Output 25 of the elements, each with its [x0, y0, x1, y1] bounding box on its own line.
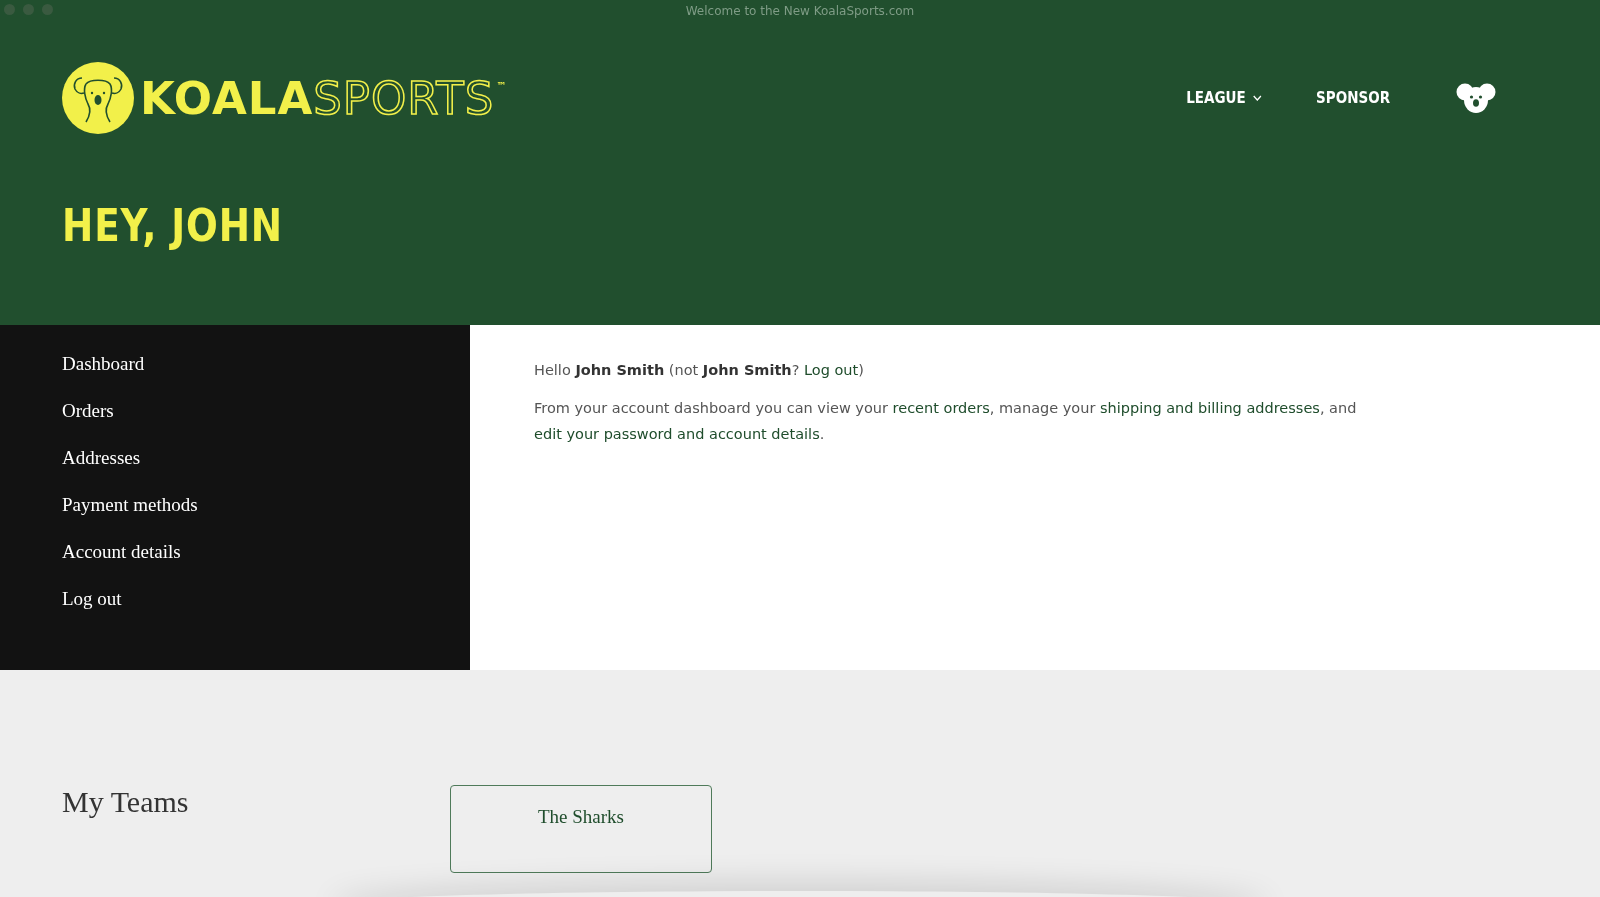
window-minimize-button[interactable]: [23, 4, 34, 15]
text-link[interactable]: edit your password and account details: [534, 426, 820, 442]
sidebar-item[interactable]: Addresses: [62, 445, 141, 471]
nav-link[interactable]: SPONSOR: [1315, 89, 1390, 107]
section-heading: My Teams: [62, 785, 190, 819]
window-title: Welcome to the New KoalaSports.com: [685, 4, 915, 18]
text-link[interactable]: recent orders: [892, 400, 990, 416]
league-menu[interactable]: LEAGUE: [1185, 89, 1262, 107]
text-link[interactable]: shipping and billing addresses: [1100, 400, 1320, 416]
team-card[interactable]: The Sharks: [450, 785, 712, 873]
logo[interactable]: KOALASPORTS™: [62, 62, 508, 134]
sidebar-item[interactable]: Dashboard: [62, 351, 145, 377]
sidebar-item[interactable]: Account details: [62, 539, 181, 565]
chevron-down-icon: [1252, 95, 1262, 101]
koala-head-icon[interactable]: [1456, 82, 1496, 114]
account-message: From your account dashboard you can view your recent orders, manage your shipping and billing addresses, and edit your password and account details.: [534, 399, 1358, 444]
sidebar-item[interactable]: Log out: [62, 586, 122, 612]
sidebar-item[interactable]: Payment methods: [62, 492, 198, 518]
koala-icon: [62, 62, 134, 134]
sidebar-item[interactable]: Orders: [62, 398, 114, 424]
page-heading: HEY, JOHN: [62, 200, 284, 251]
window-close-button[interactable]: [4, 4, 15, 15]
account-message: Hello John Smith (not John Smith? Log out): [534, 361, 865, 380]
text-link[interactable]: Log out: [803, 362, 859, 378]
window-zoom-button[interactable]: [42, 4, 53, 15]
